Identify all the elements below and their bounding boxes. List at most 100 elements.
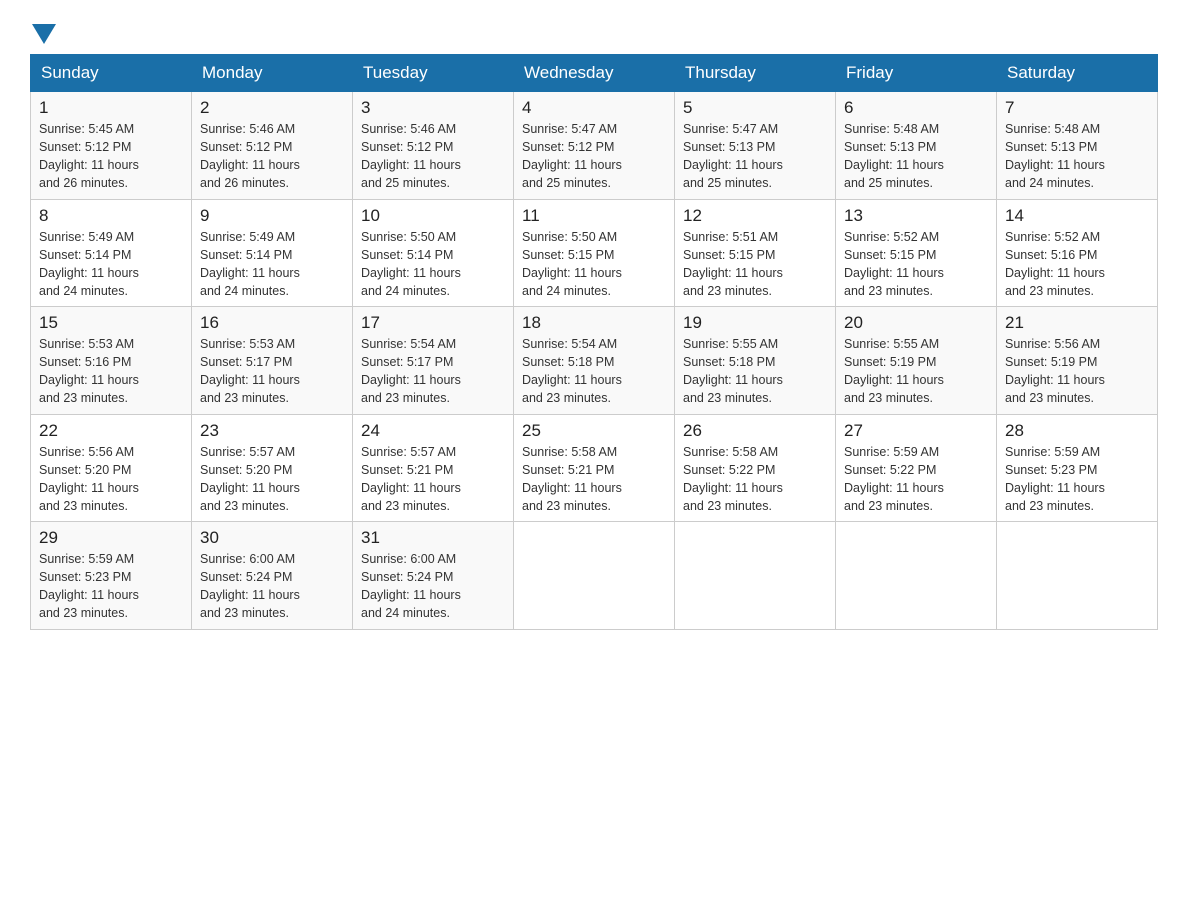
- day-number: 13: [844, 206, 988, 226]
- calendar-cell: 14Sunrise: 5:52 AMSunset: 5:16 PMDayligh…: [997, 199, 1158, 307]
- weekday-header-monday: Monday: [192, 55, 353, 92]
- calendar-cell: 29Sunrise: 5:59 AMSunset: 5:23 PMDayligh…: [31, 522, 192, 630]
- day-info: Sunrise: 5:59 AMSunset: 5:23 PMDaylight:…: [39, 550, 183, 623]
- calendar-cell: [997, 522, 1158, 630]
- day-number: 17: [361, 313, 505, 333]
- calendar-week-row: 29Sunrise: 5:59 AMSunset: 5:23 PMDayligh…: [31, 522, 1158, 630]
- weekday-header-row: SundayMondayTuesdayWednesdayThursdayFrid…: [31, 55, 1158, 92]
- calendar-table: SundayMondayTuesdayWednesdayThursdayFrid…: [30, 54, 1158, 630]
- day-number: 21: [1005, 313, 1149, 333]
- calendar-cell: 6Sunrise: 5:48 AMSunset: 5:13 PMDaylight…: [836, 92, 997, 200]
- calendar-week-row: 8Sunrise: 5:49 AMSunset: 5:14 PMDaylight…: [31, 199, 1158, 307]
- day-number: 2: [200, 98, 344, 118]
- calendar-cell: 20Sunrise: 5:55 AMSunset: 5:19 PMDayligh…: [836, 307, 997, 415]
- day-number: 27: [844, 421, 988, 441]
- day-info: Sunrise: 5:55 AMSunset: 5:18 PMDaylight:…: [683, 335, 827, 408]
- day-info: Sunrise: 5:46 AMSunset: 5:12 PMDaylight:…: [200, 120, 344, 193]
- day-number: 24: [361, 421, 505, 441]
- day-number: 9: [200, 206, 344, 226]
- weekday-header-saturday: Saturday: [997, 55, 1158, 92]
- calendar-cell: 24Sunrise: 5:57 AMSunset: 5:21 PMDayligh…: [353, 414, 514, 522]
- day-info: Sunrise: 5:46 AMSunset: 5:12 PMDaylight:…: [361, 120, 505, 193]
- calendar-cell: 1Sunrise: 5:45 AMSunset: 5:12 PMDaylight…: [31, 92, 192, 200]
- day-info: Sunrise: 5:50 AMSunset: 5:15 PMDaylight:…: [522, 228, 666, 301]
- day-info: Sunrise: 6:00 AMSunset: 5:24 PMDaylight:…: [361, 550, 505, 623]
- day-number: 16: [200, 313, 344, 333]
- day-number: 11: [522, 206, 666, 226]
- calendar-cell: 18Sunrise: 5:54 AMSunset: 5:18 PMDayligh…: [514, 307, 675, 415]
- weekday-header-wednesday: Wednesday: [514, 55, 675, 92]
- day-info: Sunrise: 5:54 AMSunset: 5:18 PMDaylight:…: [522, 335, 666, 408]
- day-info: Sunrise: 5:59 AMSunset: 5:22 PMDaylight:…: [844, 443, 988, 516]
- calendar-cell: 2Sunrise: 5:46 AMSunset: 5:12 PMDaylight…: [192, 92, 353, 200]
- day-info: Sunrise: 5:48 AMSunset: 5:13 PMDaylight:…: [1005, 120, 1149, 193]
- calendar-cell: 25Sunrise: 5:58 AMSunset: 5:21 PMDayligh…: [514, 414, 675, 522]
- calendar-cell: 8Sunrise: 5:49 AMSunset: 5:14 PMDaylight…: [31, 199, 192, 307]
- day-number: 14: [1005, 206, 1149, 226]
- day-info: Sunrise: 5:55 AMSunset: 5:19 PMDaylight:…: [844, 335, 988, 408]
- day-info: Sunrise: 5:50 AMSunset: 5:14 PMDaylight:…: [361, 228, 505, 301]
- calendar-cell: 31Sunrise: 6:00 AMSunset: 5:24 PMDayligh…: [353, 522, 514, 630]
- calendar-cell: 27Sunrise: 5:59 AMSunset: 5:22 PMDayligh…: [836, 414, 997, 522]
- day-number: 3: [361, 98, 505, 118]
- day-number: 4: [522, 98, 666, 118]
- day-number: 10: [361, 206, 505, 226]
- day-number: 20: [844, 313, 988, 333]
- day-number: 25: [522, 421, 666, 441]
- day-number: 19: [683, 313, 827, 333]
- day-info: Sunrise: 5:45 AMSunset: 5:12 PMDaylight:…: [39, 120, 183, 193]
- calendar-cell: 10Sunrise: 5:50 AMSunset: 5:14 PMDayligh…: [353, 199, 514, 307]
- day-number: 30: [200, 528, 344, 548]
- day-info: Sunrise: 5:57 AMSunset: 5:20 PMDaylight:…: [200, 443, 344, 516]
- weekday-header-friday: Friday: [836, 55, 997, 92]
- day-info: Sunrise: 5:58 AMSunset: 5:21 PMDaylight:…: [522, 443, 666, 516]
- calendar-cell: 16Sunrise: 5:53 AMSunset: 5:17 PMDayligh…: [192, 307, 353, 415]
- calendar-cell: 26Sunrise: 5:58 AMSunset: 5:22 PMDayligh…: [675, 414, 836, 522]
- calendar-cell: 15Sunrise: 5:53 AMSunset: 5:16 PMDayligh…: [31, 307, 192, 415]
- day-number: 15: [39, 313, 183, 333]
- calendar-cell: 13Sunrise: 5:52 AMSunset: 5:15 PMDayligh…: [836, 199, 997, 307]
- calendar-cell: 23Sunrise: 5:57 AMSunset: 5:20 PMDayligh…: [192, 414, 353, 522]
- day-info: Sunrise: 5:58 AMSunset: 5:22 PMDaylight:…: [683, 443, 827, 516]
- day-number: 12: [683, 206, 827, 226]
- day-info: Sunrise: 5:49 AMSunset: 5:14 PMDaylight:…: [200, 228, 344, 301]
- day-number: 28: [1005, 421, 1149, 441]
- day-info: Sunrise: 5:48 AMSunset: 5:13 PMDaylight:…: [844, 120, 988, 193]
- calendar-cell: 28Sunrise: 5:59 AMSunset: 5:23 PMDayligh…: [997, 414, 1158, 522]
- calendar-week-row: 22Sunrise: 5:56 AMSunset: 5:20 PMDayligh…: [31, 414, 1158, 522]
- day-number: 23: [200, 421, 344, 441]
- weekday-header-tuesday: Tuesday: [353, 55, 514, 92]
- day-number: 29: [39, 528, 183, 548]
- day-number: 5: [683, 98, 827, 118]
- day-info: Sunrise: 5:47 AMSunset: 5:13 PMDaylight:…: [683, 120, 827, 193]
- calendar-cell: 19Sunrise: 5:55 AMSunset: 5:18 PMDayligh…: [675, 307, 836, 415]
- calendar-cell: 11Sunrise: 5:50 AMSunset: 5:15 PMDayligh…: [514, 199, 675, 307]
- day-info: Sunrise: 5:57 AMSunset: 5:21 PMDaylight:…: [361, 443, 505, 516]
- calendar-cell: 21Sunrise: 5:56 AMSunset: 5:19 PMDayligh…: [997, 307, 1158, 415]
- calendar-cell: 9Sunrise: 5:49 AMSunset: 5:14 PMDaylight…: [192, 199, 353, 307]
- calendar-cell: 17Sunrise: 5:54 AMSunset: 5:17 PMDayligh…: [353, 307, 514, 415]
- day-info: Sunrise: 5:53 AMSunset: 5:16 PMDaylight:…: [39, 335, 183, 408]
- calendar-cell: [836, 522, 997, 630]
- day-info: Sunrise: 5:51 AMSunset: 5:15 PMDaylight:…: [683, 228, 827, 301]
- calendar-cell: 7Sunrise: 5:48 AMSunset: 5:13 PMDaylight…: [997, 92, 1158, 200]
- calendar-week-row: 15Sunrise: 5:53 AMSunset: 5:16 PMDayligh…: [31, 307, 1158, 415]
- weekday-header-thursday: Thursday: [675, 55, 836, 92]
- day-number: 6: [844, 98, 988, 118]
- calendar-cell: 22Sunrise: 5:56 AMSunset: 5:20 PMDayligh…: [31, 414, 192, 522]
- day-info: Sunrise: 5:54 AMSunset: 5:17 PMDaylight:…: [361, 335, 505, 408]
- day-number: 7: [1005, 98, 1149, 118]
- day-number: 26: [683, 421, 827, 441]
- calendar-cell: 30Sunrise: 6:00 AMSunset: 5:24 PMDayligh…: [192, 522, 353, 630]
- calendar-cell: 3Sunrise: 5:46 AMSunset: 5:12 PMDaylight…: [353, 92, 514, 200]
- day-info: Sunrise: 6:00 AMSunset: 5:24 PMDaylight:…: [200, 550, 344, 623]
- day-info: Sunrise: 5:47 AMSunset: 5:12 PMDaylight:…: [522, 120, 666, 193]
- calendar-cell: 12Sunrise: 5:51 AMSunset: 5:15 PMDayligh…: [675, 199, 836, 307]
- day-number: 1: [39, 98, 183, 118]
- day-info: Sunrise: 5:52 AMSunset: 5:15 PMDaylight:…: [844, 228, 988, 301]
- weekday-header-sunday: Sunday: [31, 55, 192, 92]
- calendar-cell: 4Sunrise: 5:47 AMSunset: 5:12 PMDaylight…: [514, 92, 675, 200]
- day-info: Sunrise: 5:56 AMSunset: 5:19 PMDaylight:…: [1005, 335, 1149, 408]
- calendar-cell: 5Sunrise: 5:47 AMSunset: 5:13 PMDaylight…: [675, 92, 836, 200]
- day-number: 18: [522, 313, 666, 333]
